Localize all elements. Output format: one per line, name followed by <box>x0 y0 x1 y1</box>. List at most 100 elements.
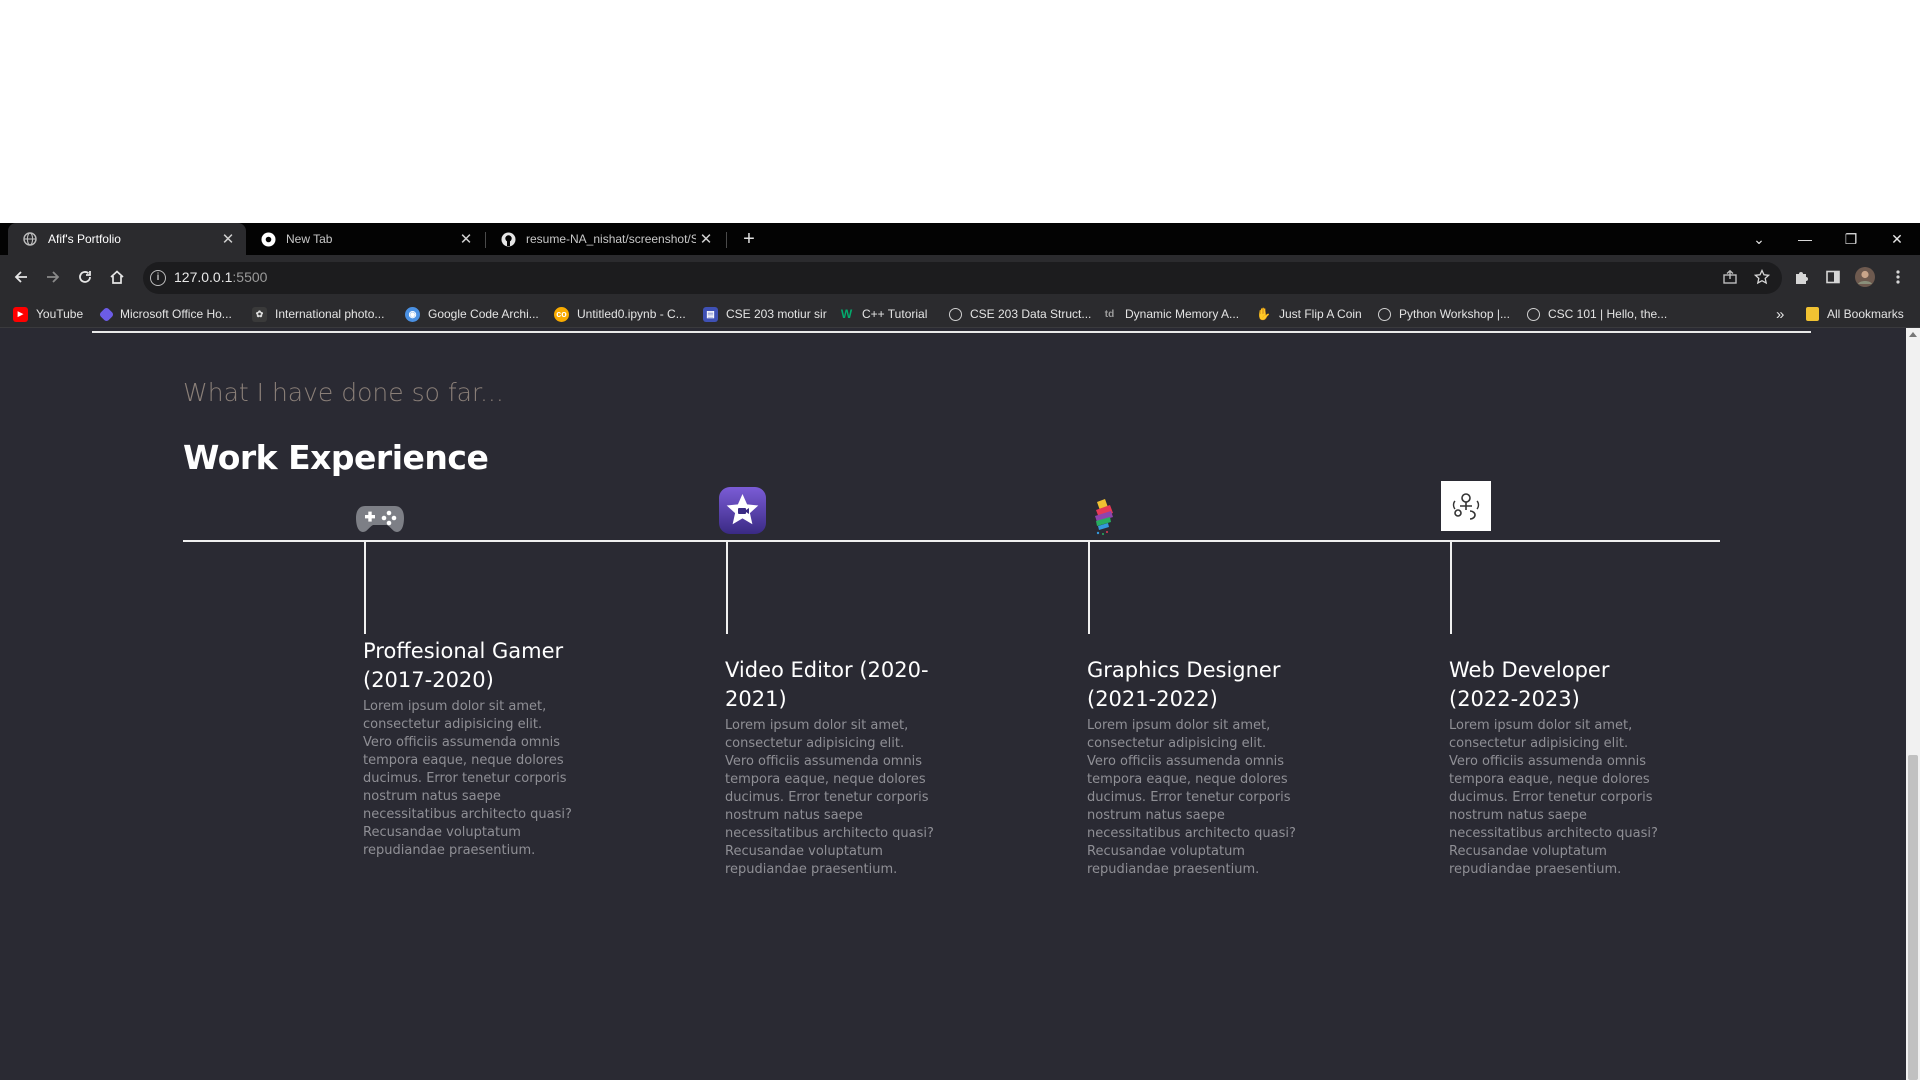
bookmark-star-icon[interactable] <box>1749 264 1775 290</box>
tab-label: Afif's Portfolio <box>48 232 121 246</box>
bookmark-cse203-motiur[interactable]: ▤ CSE 203 motiur sir <box>703 302 827 326</box>
site-info-icon[interactable]: i <box>150 270 166 286</box>
close-tab-icon[interactable]: ✕ <box>218 230 238 248</box>
share-icon[interactable] <box>1717 264 1743 290</box>
video-star-icon <box>719 487 766 534</box>
bookmark-python-workshop[interactable]: Python Workshop |... <box>1378 302 1510 326</box>
experience-title-line: 2021) <box>725 687 787 711</box>
experience-title-line: (2017-2020) <box>363 668 494 692</box>
experience-title-line: Graphics Designer <box>1087 658 1281 682</box>
tab-github-resume[interactable]: resume-NA_nishat/screenshot/S ✕ <box>486 223 724 255</box>
page-viewport: What I have done so far... Work Experien… <box>0 328 1920 1080</box>
bookmark-label: All Bookmarks <box>1827 307 1904 321</box>
bookmark-label: CSE 203 Data Struct... <box>970 307 1092 321</box>
scrollbar-thumb[interactable] <box>1908 755 1918 1080</box>
header-divider <box>92 331 1811 333</box>
minimize-button[interactable]: — <box>1782 223 1828 255</box>
new-tab-button[interactable]: + <box>738 223 760 255</box>
restore-button[interactable]: ❐ <box>1828 223 1874 255</box>
tab-search-button[interactable]: ⌄ <box>1736 223 1782 255</box>
bookmark-cpp-tutorial[interactable]: W C++ Tutorial <box>839 302 928 326</box>
home-button[interactable] <box>103 263 131 291</box>
bookmark-label: International photo... <box>275 307 385 321</box>
bookmark-label: CSE 203 motiur sir <box>726 307 827 321</box>
tab-separator <box>726 232 727 248</box>
tab-afifs-portfolio[interactable]: Afif's Portfolio ✕ <box>8 223 246 255</box>
experience-title: Web Developer (2022-2023) <box>1449 656 1664 714</box>
bookmark-label: Just Flip A Coin <box>1279 307 1362 321</box>
experience-title-line: (2021-2022) <box>1087 687 1218 711</box>
close-tab-icon[interactable]: ✕ <box>456 230 476 248</box>
bookmark-dynamic-memory[interactable]: td Dynamic Memory A... <box>1102 302 1239 326</box>
office-icon <box>98 306 115 322</box>
bookmark-all-bookmarks[interactable]: All Bookmarks <box>1806 302 1904 326</box>
experience-description: Lorem ipsum dolor sit amet, consectetur … <box>363 699 572 858</box>
url-host: 127.0.0.1 <box>174 269 233 285</box>
reload-icon <box>79 271 91 283</box>
timeline-stem <box>364 542 366 634</box>
bookmark-label: Untitled0.ipynb - C... <box>577 307 686 321</box>
bookmark-international-photo[interactable]: ✿ International photo... <box>252 302 384 326</box>
experience-title: Proffesional Gamer (2017-2020) <box>363 637 578 695</box>
section-title: Work Experience <box>183 438 489 477</box>
folder-icon <box>1806 307 1819 321</box>
experience-title-line: (2022-2023) <box>1449 687 1580 711</box>
bookmark-label: C++ Tutorial <box>862 307 928 321</box>
bookmarks-overflow-button[interactable]: » <box>1776 302 1784 326</box>
bookmark-just-flip-a-coin[interactable]: ✋ Just Flip A Coin <box>1256 302 1362 326</box>
td-icon: td <box>1104 308 1115 320</box>
experience-title-line: Web Developer <box>1449 658 1610 682</box>
colab-icon: co <box>554 306 569 322</box>
close-window-button[interactable]: ✕ <box>1874 223 1920 255</box>
bookmark-google-code-archive[interactable]: ◉ Google Code Archi... <box>405 302 539 326</box>
timeline-line <box>183 540 1720 542</box>
web-dev-icon <box>1441 481 1491 531</box>
vertical-scrollbar[interactable] <box>1906 328 1920 1080</box>
bookmark-label: Python Workshop |... <box>1399 307 1510 321</box>
experience-description: Lorem ipsum dolor sit amet, consectetur … <box>1449 718 1658 877</box>
address-bar[interactable] <box>143 262 1782 294</box>
tab-new-tab[interactable]: New Tab ✕ <box>246 223 484 255</box>
reload-button[interactable] <box>71 263 99 291</box>
bookmark-label: Google Code Archi... <box>428 307 539 321</box>
arrow-left-icon <box>14 271 27 283</box>
w3-icon: W <box>840 307 853 321</box>
experience-description: Lorem ipsum dolor sit amet, consectetur … <box>725 718 934 877</box>
menu-kebab-icon[interactable] <box>1885 264 1911 290</box>
globe-icon <box>1527 307 1540 321</box>
forward-button[interactable] <box>39 263 67 291</box>
tab-label: New Tab <box>286 232 333 246</box>
bookmark-youtube[interactable]: ▶ YouTube <box>13 302 83 326</box>
experience-title-line: Proffesional Gamer <box>363 639 564 663</box>
profile-avatar[interactable] <box>1852 264 1878 290</box>
chrome-icon <box>260 231 276 247</box>
youtube-icon: ▶ <box>13 306 28 322</box>
side-panel-icon[interactable] <box>1820 264 1846 290</box>
paint-brush-icon <box>1090 498 1118 536</box>
back-button[interactable] <box>7 263 35 291</box>
tab-label: resume-NA_nishat/screenshot/S <box>526 232 696 246</box>
doc-icon: ▤ <box>703 306 718 322</box>
url-text[interactable]: 127.0.0.1:5500 <box>174 269 267 285</box>
bookmark-label: Dynamic Memory A... <box>1125 307 1240 321</box>
code-archive-icon: ◉ <box>405 306 420 322</box>
close-tab-icon[interactable]: ✕ <box>696 230 716 248</box>
coin-icon: ✋ <box>1256 307 1271 321</box>
experience-title-line: Video Editor (2020- <box>725 658 929 682</box>
bookmark-label: CSC 101 | Hello, the... <box>1548 307 1668 321</box>
extensions-puzzle-icon[interactable] <box>1788 264 1814 290</box>
timeline-stem <box>1450 542 1452 634</box>
globe-icon <box>949 307 962 321</box>
bookmark-colab[interactable]: co Untitled0.ipynb - C... <box>554 302 686 326</box>
url-port: :5500 <box>232 269 268 285</box>
bookmark-cse203-data-struct[interactable]: CSE 203 Data Struct... <box>949 302 1091 326</box>
globe-icon <box>22 231 38 247</box>
bookmark-label: Microsoft Office Ho... <box>120 307 232 321</box>
scroll-up-arrow-icon[interactable] <box>1909 332 1917 337</box>
bookmark-microsoft-office[interactable]: Microsoft Office Ho... <box>98 302 232 326</box>
section-subtitle: What I have done so far... <box>183 378 504 407</box>
bookmark-csc101[interactable]: CSC 101 | Hello, the... <box>1527 302 1667 326</box>
globe-icon <box>1378 307 1391 321</box>
experience-description: Lorem ipsum dolor sit amet, consectetur … <box>1087 718 1296 877</box>
arrow-right-icon <box>47 271 60 283</box>
